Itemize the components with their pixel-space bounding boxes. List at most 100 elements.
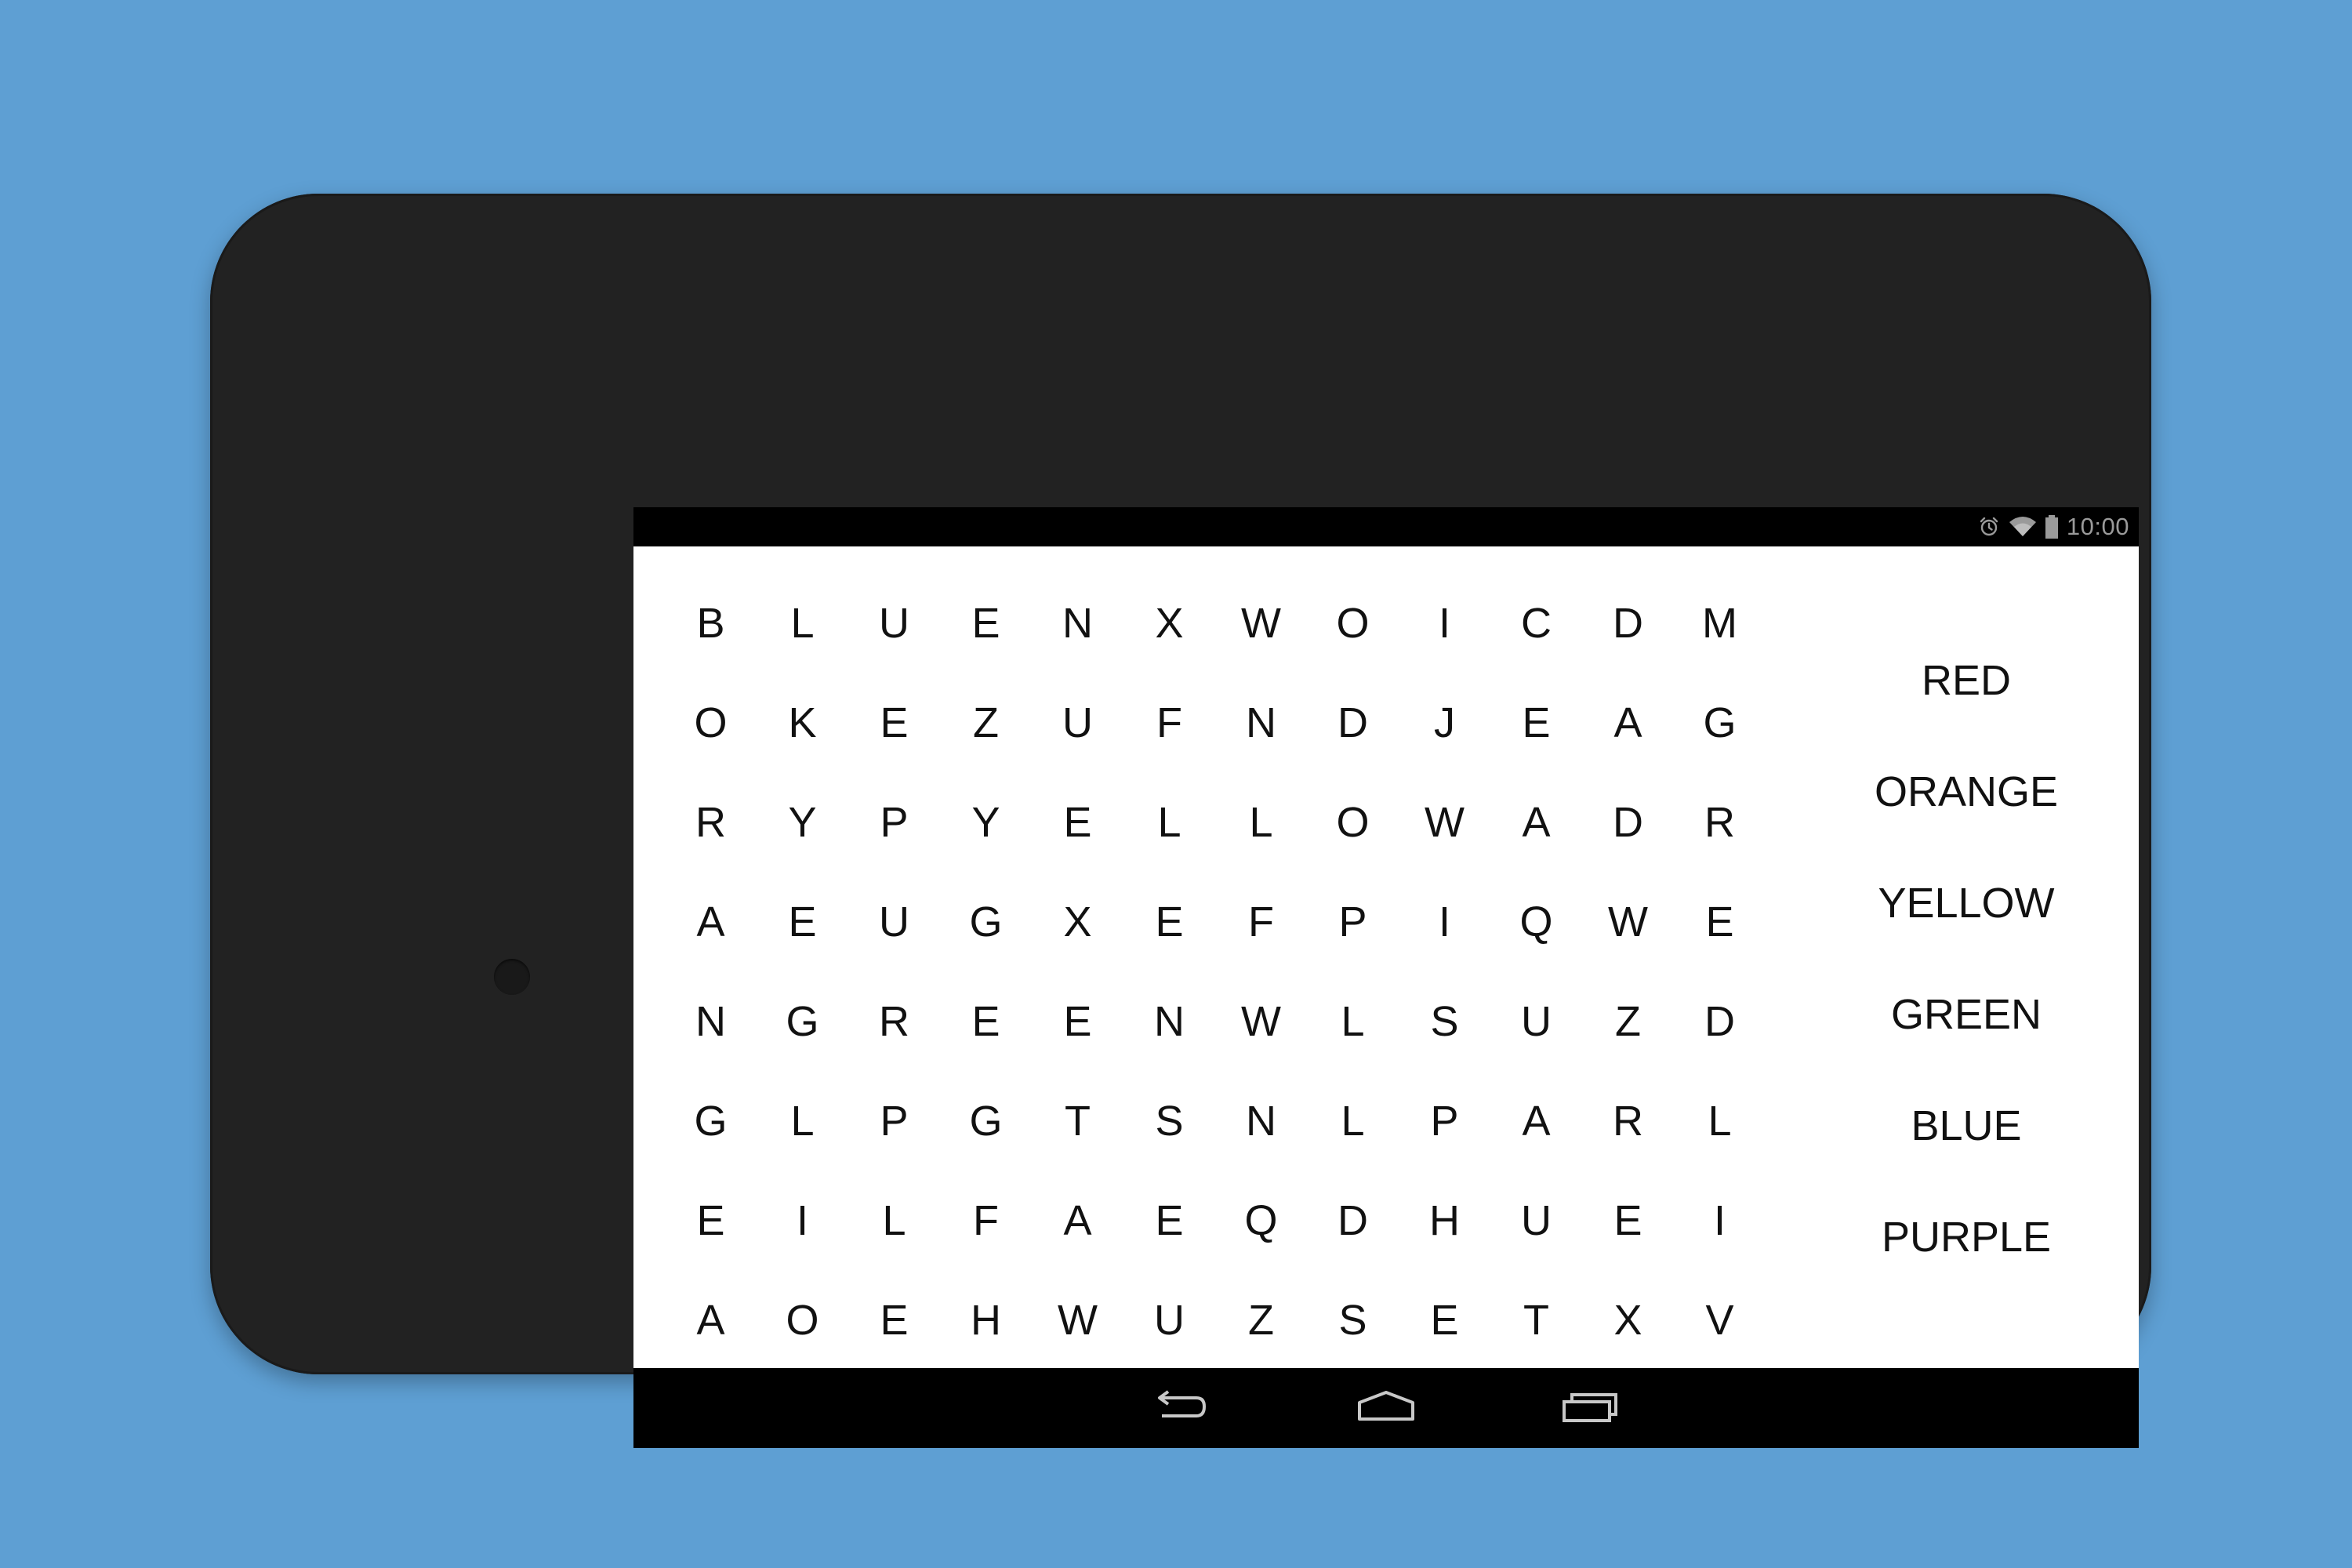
- grid-cell[interactable]: U: [1490, 971, 1582, 1071]
- grid-cell[interactable]: W: [1582, 872, 1674, 971]
- grid-cell[interactable]: P: [848, 1071, 940, 1171]
- recents-button[interactable]: [1555, 1384, 1626, 1431]
- grid-cell[interactable]: E: [848, 1270, 940, 1370]
- grid-cell[interactable]: E: [757, 872, 848, 971]
- grid-cell[interactable]: O: [757, 1270, 848, 1370]
- grid-cell[interactable]: R: [848, 971, 940, 1071]
- grid-cell[interactable]: Q: [1490, 872, 1582, 971]
- grid-cell[interactable]: Z: [1215, 1270, 1307, 1370]
- grid-cell[interactable]: W: [1032, 1270, 1123, 1370]
- grid-cell[interactable]: G: [757, 971, 848, 1071]
- grid-cell[interactable]: G: [1674, 673, 1766, 772]
- grid-cell[interactable]: W: [1215, 573, 1307, 673]
- grid-cell[interactable]: L: [848, 1171, 940, 1270]
- grid-cell[interactable]: E: [1123, 1171, 1215, 1270]
- grid-cell[interactable]: N: [1032, 573, 1123, 673]
- grid-cell[interactable]: L: [1307, 971, 1399, 1071]
- grid-cell[interactable]: W: [1399, 772, 1490, 872]
- back-button[interactable]: [1145, 1384, 1216, 1431]
- grid-cell[interactable]: J: [1399, 673, 1490, 772]
- grid-cell[interactable]: Y: [940, 772, 1032, 872]
- grid-cell[interactable]: D: [1307, 673, 1399, 772]
- home-button[interactable]: [1351, 1384, 1421, 1431]
- grid-cell[interactable]: U: [1032, 673, 1123, 772]
- grid-cell[interactable]: E: [848, 673, 940, 772]
- grid-cell[interactable]: U: [1123, 1270, 1215, 1370]
- grid-cell[interactable]: R: [1674, 772, 1766, 872]
- grid-cell[interactable]: E: [940, 971, 1032, 1071]
- grid-cell[interactable]: E: [1032, 971, 1123, 1071]
- grid-cell[interactable]: E: [1674, 872, 1766, 971]
- grid-cell[interactable]: U: [1490, 1171, 1582, 1270]
- grid-cell[interactable]: Z: [940, 673, 1032, 772]
- grid-cell[interactable]: E: [1399, 1270, 1490, 1370]
- grid-cell[interactable]: U: [848, 872, 940, 971]
- grid-cell[interactable]: N: [1123, 971, 1215, 1071]
- grid-cell[interactable]: A: [1490, 1071, 1582, 1171]
- grid-cell[interactable]: I: [1399, 872, 1490, 971]
- grid-cell[interactable]: L: [1307, 1071, 1399, 1171]
- grid-cell[interactable]: O: [1307, 573, 1399, 673]
- grid-cell[interactable]: O: [1307, 772, 1399, 872]
- grid-cell[interactable]: W: [1215, 971, 1307, 1071]
- grid-cell[interactable]: F: [940, 1171, 1032, 1270]
- grid-cell[interactable]: L: [1674, 1071, 1766, 1171]
- grid-cell[interactable]: P: [1399, 1071, 1490, 1171]
- grid-cell[interactable]: B: [665, 573, 757, 673]
- grid-cell[interactable]: E: [665, 1171, 757, 1270]
- grid-cell[interactable]: U: [848, 573, 940, 673]
- grid-cell[interactable]: E: [1582, 1171, 1674, 1270]
- grid-cell[interactable]: R: [1582, 1071, 1674, 1171]
- grid-cell[interactable]: R: [665, 772, 757, 872]
- grid-cell[interactable]: X: [1582, 1270, 1674, 1370]
- grid-cell[interactable]: D: [1674, 971, 1766, 1071]
- grid-cell[interactable]: F: [1215, 872, 1307, 971]
- grid-cell[interactable]: G: [665, 1071, 757, 1171]
- grid-cell[interactable]: A: [1490, 772, 1582, 872]
- grid-cell[interactable]: Q: [1215, 1171, 1307, 1270]
- grid-cell[interactable]: A: [1582, 673, 1674, 772]
- grid-cell[interactable]: Z: [1582, 971, 1674, 1071]
- grid-cell[interactable]: P: [848, 772, 940, 872]
- grid-cell[interactable]: S: [1399, 971, 1490, 1071]
- grid-cell[interactable]: E: [940, 573, 1032, 673]
- grid-cell[interactable]: T: [1032, 1071, 1123, 1171]
- grid-cell[interactable]: F: [1123, 673, 1215, 772]
- grid-cell[interactable]: I: [757, 1171, 848, 1270]
- grid-cell[interactable]: A: [1032, 1171, 1123, 1270]
- grid-cell[interactable]: G: [940, 872, 1032, 971]
- grid-cell[interactable]: D: [1307, 1171, 1399, 1270]
- grid-cell[interactable]: H: [940, 1270, 1032, 1370]
- grid-cell[interactable]: L: [757, 573, 848, 673]
- grid-cell[interactable]: L: [757, 1071, 848, 1171]
- grid-cell[interactable]: Y: [757, 772, 848, 872]
- grid-cell[interactable]: S: [1307, 1270, 1399, 1370]
- grid-cell[interactable]: N: [1215, 673, 1307, 772]
- grid-cell[interactable]: N: [1215, 1071, 1307, 1171]
- grid-cell[interactable]: A: [665, 1270, 757, 1370]
- grid-cell[interactable]: G: [940, 1071, 1032, 1171]
- grid-cell[interactable]: T: [1490, 1270, 1582, 1370]
- grid-cell[interactable]: H: [1399, 1171, 1490, 1270]
- grid-cell[interactable]: I: [1674, 1171, 1766, 1270]
- grid-cell[interactable]: E: [1123, 872, 1215, 971]
- grid-cell[interactable]: D: [1582, 772, 1674, 872]
- grid-cell[interactable]: E: [1490, 673, 1582, 772]
- grid-cell[interactable]: L: [1123, 772, 1215, 872]
- grid-cell[interactable]: D: [1582, 573, 1674, 673]
- grid-cell[interactable]: A: [665, 872, 757, 971]
- grid-cell[interactable]: V: [1674, 1270, 1766, 1370]
- grid-cell[interactable]: C: [1490, 573, 1582, 673]
- grid-cell[interactable]: O: [665, 673, 757, 772]
- grid-cell[interactable]: S: [1123, 1071, 1215, 1171]
- grid-cell[interactable]: L: [1215, 772, 1307, 872]
- grid-cell[interactable]: K: [757, 673, 848, 772]
- grid-cell[interactable]: I: [1399, 573, 1490, 673]
- grid-cell[interactable]: N: [665, 971, 757, 1071]
- grid-cell[interactable]: X: [1123, 573, 1215, 673]
- grid-cell[interactable]: E: [1032, 772, 1123, 872]
- grid-cell[interactable]: X: [1032, 872, 1123, 971]
- grid-cell[interactable]: P: [1307, 872, 1399, 971]
- grid-cell[interactable]: M: [1674, 573, 1766, 673]
- letter-grid[interactable]: BLUENXWOICDMOKEZUFNDJEAGRYPYELLOWADRAEUG…: [665, 573, 1766, 1370]
